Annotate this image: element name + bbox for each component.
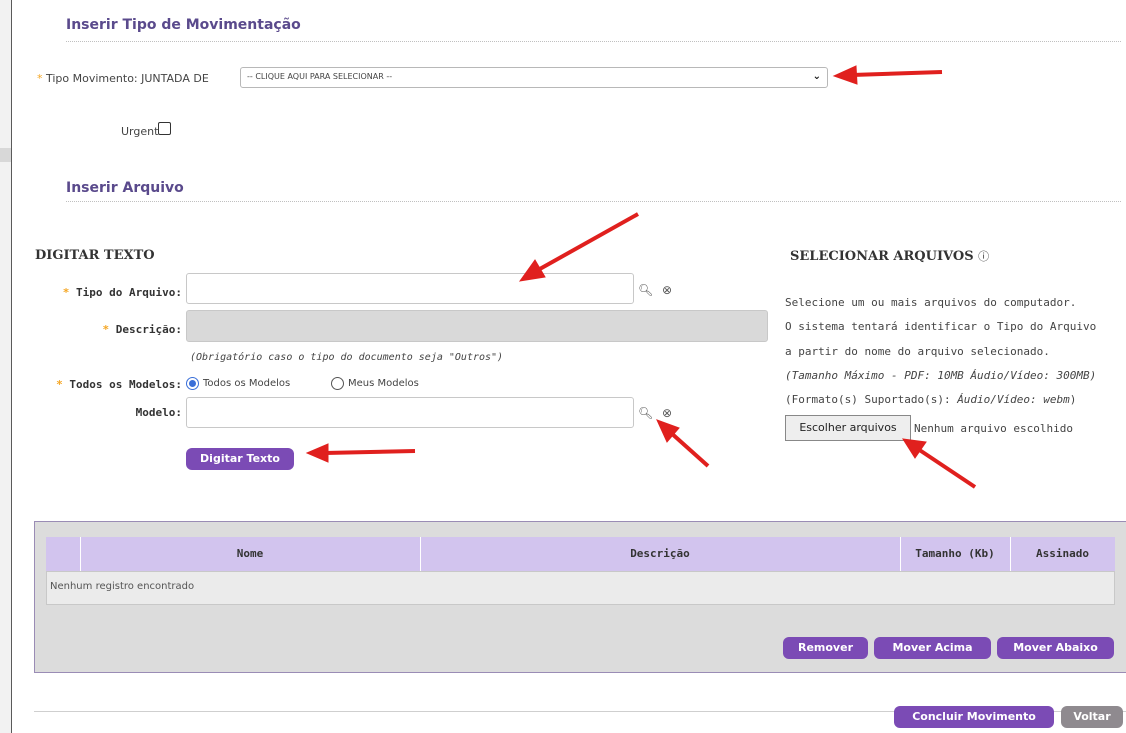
search-icon[interactable]: 🔍︎ <box>638 283 653 297</box>
files-table-panel: Nome Descrição Tamanho (Kb) Assinado Nen… <box>34 521 1126 673</box>
tipo-arquivo-input[interactable] <box>186 273 634 304</box>
empty-message: Nenhum registro encontrado <box>50 581 195 592</box>
descricao-input[interactable] <box>186 310 768 342</box>
move-down-button[interactable]: Mover Abaixo <box>997 637 1114 659</box>
column-header-select <box>46 537 80 571</box>
table-row: Nenhum registro encontrado <box>46 571 1115 605</box>
choose-files-button[interactable]: Escolher arquivos <box>785 415 911 441</box>
modelo-input[interactable] <box>186 397 634 428</box>
back-button[interactable]: Voltar <box>1061 706 1123 728</box>
arrow-head-tipo-movimento <box>832 65 858 85</box>
digitar-texto-button[interactable]: Digitar Texto <box>186 448 294 470</box>
info-line-1: Selecione um ou mais arquivos do computa… <box>785 296 1077 309</box>
info-line-2: O sistema tentará identificar o Tipo do … <box>785 320 1097 333</box>
arrow-modelo-icons <box>668 430 710 468</box>
digitar-texto-heading: DIGITAR TEXTO <box>35 248 155 263</box>
radio-todos-modelos[interactable] <box>186 377 199 390</box>
descricao-label: * Descrição: <box>102 323 182 336</box>
arrow-tipo-movimento <box>851 70 943 77</box>
arrow-head-modelo-icons <box>656 419 680 443</box>
tipo-movimento-select[interactable]: -- CLIQUE AQUI PARA SELECIONAR -- ⌄ <box>240 67 828 88</box>
tipo-movimento-label: * Tipo Movimento: JUNTADA DE <box>37 72 209 85</box>
modelo-label: Modelo: <box>135 406 182 419</box>
column-header-assinado: Assinado <box>1036 547 1089 560</box>
file-section-title: Inserir Arquivo <box>66 180 184 196</box>
help-icon[interactable]: ⓘ <box>978 250 989 263</box>
remove-button[interactable]: Remover <box>783 637 868 659</box>
movement-section-title: Inserir Tipo de Movimentação <box>66 17 301 33</box>
selecionar-arquivos-heading: SELECIONAR ARQUIVOS ⓘ <box>790 249 990 264</box>
arrow-choose-files <box>916 447 977 489</box>
table-header: Nome Descrição Tamanho (Kb) Assinado <box>46 537 1115 571</box>
arrow-tipo-arquivo <box>537 212 639 272</box>
file-section-divider <box>66 201 1121 202</box>
radio-todos-modelos-label: Todos os Modelos <box>203 378 291 389</box>
move-up-button[interactable]: Mover Acima <box>874 637 991 659</box>
info-line-3: a partir do nome do arquivo selecionado. <box>785 345 1050 358</box>
movement-section-divider <box>66 41 1121 42</box>
file-status: Nenhum arquivo escolhido <box>914 422 1073 435</box>
clear-icon[interactable]: ⊗ <box>662 283 672 297</box>
radio-meus-modelos[interactable] <box>331 377 344 390</box>
todos-modelos-label: * Todos os Modelos: <box>56 378 182 391</box>
tipo-arquivo-label: * Tipo do Arquivo: <box>62 286 182 299</box>
radio-meus-modelos-label: Meus Modelos <box>348 378 419 389</box>
clear-icon[interactable]: ⊗ <box>662 406 672 420</box>
arrow-head-choose-files <box>902 438 927 459</box>
urgente-checkbox[interactable] <box>158 122 171 135</box>
column-header-nome: Nome <box>236 547 264 560</box>
info-line-5: (Formato(s) Suportado(s): Áudio/Vídeo: w… <box>785 393 1077 406</box>
column-header-descricao: Descrição <box>630 547 690 560</box>
left-frame-border <box>0 0 12 733</box>
info-line-4: (Tamanho Máximo - PDF: 10MB Áudio/Vídeo:… <box>785 369 1097 382</box>
column-header-tamanho: Tamanho (Kb) <box>915 547 995 560</box>
chevron-down-icon: ⌄ <box>812 71 821 82</box>
arrow-head-digitar-texto <box>305 443 329 463</box>
search-icon[interactable]: 🔍︎ <box>638 406 653 420</box>
descricao-hint: (Obrigatório caso o tipo do documento se… <box>190 352 504 363</box>
arrow-digitar-texto <box>324 449 416 455</box>
conclude-movement-button[interactable]: Concluir Movimento <box>894 706 1054 728</box>
